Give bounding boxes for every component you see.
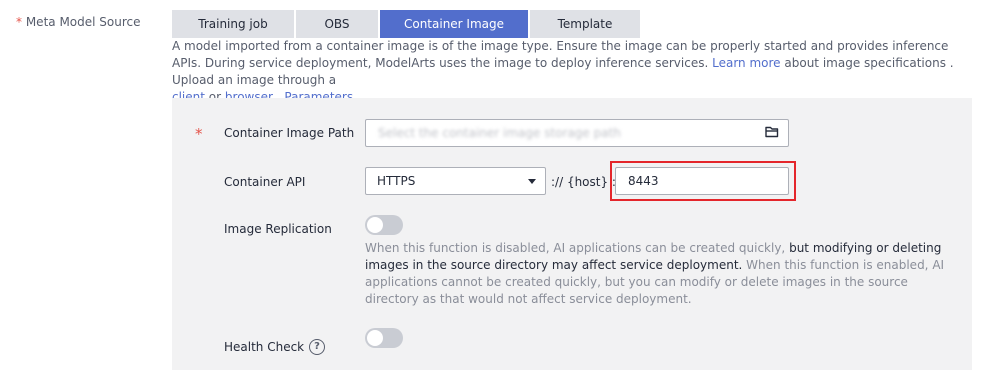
learn-more-link[interactable]: Learn more (712, 56, 780, 70)
folder-open-icon[interactable] (765, 125, 779, 139)
tab-obs[interactable]: OBS (296, 10, 378, 38)
tab-template[interactable]: Template (530, 10, 640, 38)
image-replication-note: When this function is disabled, AI appli… (365, 240, 955, 308)
protocol-select[interactable]: HTTPS (365, 167, 546, 195)
replication-note-1: When this function is disabled, AI appli… (365, 241, 786, 255)
image-replication-label: Image Replication (224, 222, 332, 236)
health-check-label: Health Check (224, 340, 305, 354)
host-separator-text: :// {host} : (551, 175, 616, 189)
help-circle-icon[interactable]: ? (309, 339, 325, 355)
image-path-required-mark: * (195, 125, 203, 143)
container-image-path-label: Container Image Path (224, 126, 355, 140)
tab-training-job[interactable]: Training job (172, 10, 294, 38)
port-value: 8443 (628, 174, 659, 188)
health-check-toggle[interactable] (365, 328, 403, 348)
port-input[interactable]: 8443 (615, 167, 789, 195)
container-image-path-input[interactable]: Select the container image storage path (365, 119, 789, 147)
container-api-label: Container API (224, 175, 306, 189)
meta-model-source-label: * Meta Model Source (16, 15, 141, 29)
toggle-knob (367, 217, 383, 233)
container-image-description: A model imported from a container image … (172, 38, 972, 106)
chevron-down-icon (528, 179, 536, 184)
protocol-value: HTTPS (377, 174, 416, 188)
image-replication-toggle[interactable] (365, 215, 403, 235)
source-tabs: Training job OBS Container Image Templat… (172, 10, 642, 38)
meta-model-source-text: Meta Model Source (25, 15, 141, 29)
toggle-knob (367, 330, 383, 346)
image-path-placeholder: Select the container image storage path (378, 126, 621, 140)
tab-container-image[interactable]: Container Image (380, 10, 528, 38)
required-mark: * (16, 15, 22, 29)
